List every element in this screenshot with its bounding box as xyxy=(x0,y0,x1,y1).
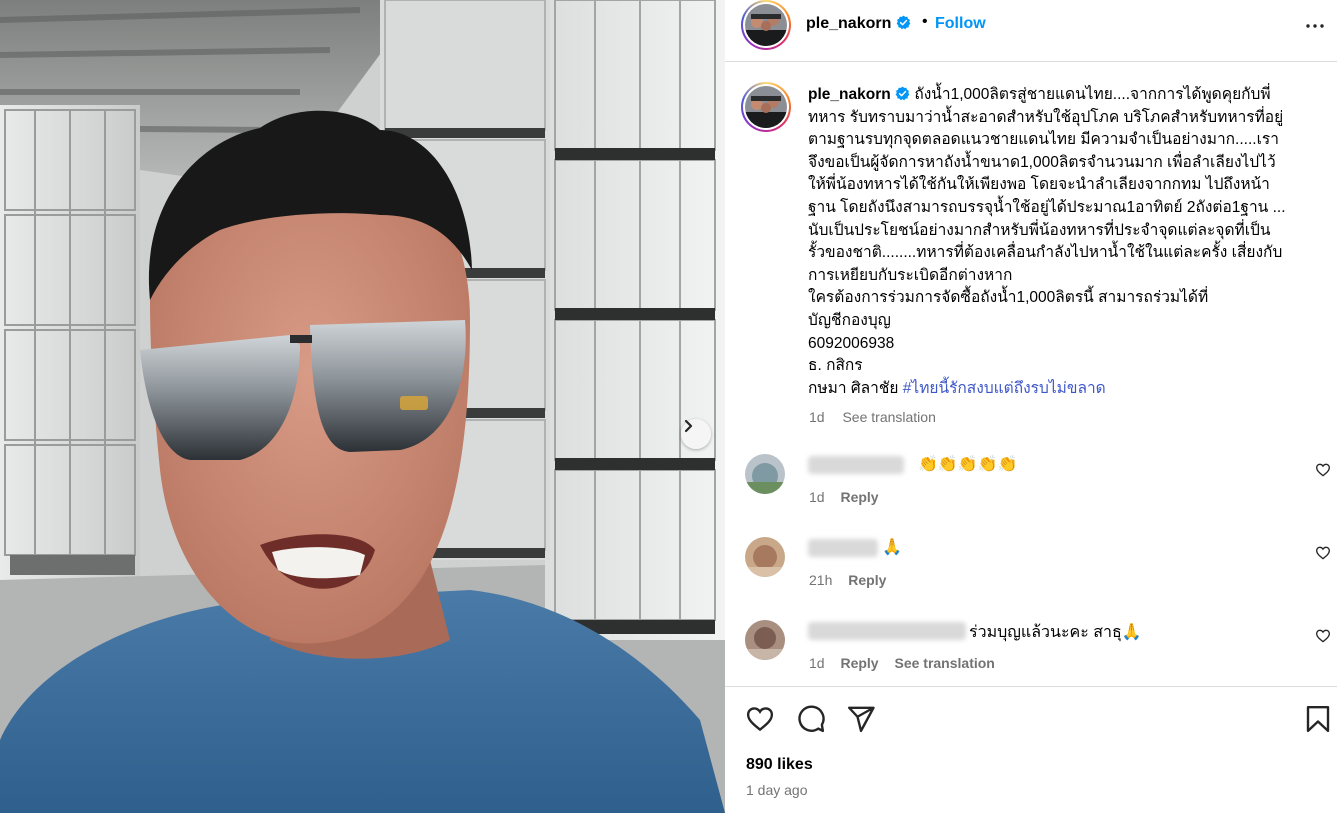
caption-line: ให้พี่น้องทหารได้ใช้กันให้เพียงพอ โดยจะน… xyxy=(808,176,1270,194)
caption-username[interactable]: ple_nakorn xyxy=(808,86,891,103)
caption-line: ทหาร รับทราบมาว่าน้ำสะอาดสำหรับใช้อุปโภค… xyxy=(808,108,1284,126)
comment-avatar[interactable] xyxy=(745,620,785,660)
post-detail-panel: ple_nakorn • Follow ple_nakorn ถังน้ำ1,0… xyxy=(725,0,1337,813)
chevron-right-icon xyxy=(684,419,693,433)
caption-line: ใครต้องการร่วมการจัดซื้อถังน้ำ1,000ลิตรน… xyxy=(808,289,1209,307)
post-caption: ple_nakorn ถังน้ำ1,000ลิตรสู่ชายแดนไทย..… xyxy=(808,84,1333,400)
post-header: ple_nakorn • Follow xyxy=(725,0,1337,62)
verified-badge-icon xyxy=(895,86,910,101)
caption-line: การเหยียบกับระเบิดอีกต่างหาก xyxy=(808,266,1013,284)
comment-item: 🙏 21h Reply xyxy=(725,537,1337,607)
comment-text: ร่วมบุญแล้วนะคะ สาธุ🙏 xyxy=(969,624,1142,641)
caption-avatar[interactable] xyxy=(741,82,791,132)
comment-username-blurred[interactable] xyxy=(808,539,878,557)
caption-text: ถังน้ำ1,000ลิตรสู่ชายแดนไทย....จากการได้… xyxy=(914,86,1271,103)
bookmark-icon[interactable] xyxy=(1303,704,1333,734)
username-text[interactable]: ple_nakorn xyxy=(806,15,891,32)
comment-meta: 1d Reply xyxy=(809,489,891,505)
comment-meta: 1d Reply See translation xyxy=(809,655,1007,671)
separator-dot: • xyxy=(922,13,928,30)
comment-item: 👏👏👏👏👏 1d Reply xyxy=(725,454,1337,524)
caption-line: ธ. กสิกร xyxy=(808,357,863,375)
reply-button[interactable]: Reply xyxy=(840,655,878,671)
heart-icon[interactable] xyxy=(1315,628,1331,644)
more-horizontal-icon[interactable] xyxy=(1303,14,1327,38)
post-image xyxy=(0,0,725,813)
avatar-image xyxy=(745,620,785,660)
caption-line: นับเป็นประโยชน์อย่างมากสำหรับพี่น้องทหาร… xyxy=(808,221,1271,239)
comment-text: 🙏 xyxy=(882,539,902,556)
caption-line: รั้วของชาติ........ทหารที่ต้องเคลื่อนกำล… xyxy=(808,244,1283,262)
hashtag-link[interactable]: #ไทยนี้รักสงบแต่ถึงรบไม่ขลาด xyxy=(903,380,1106,397)
comment-meta: 21h Reply xyxy=(809,572,898,588)
next-media-button[interactable] xyxy=(681,419,711,449)
comment-item: ร่วมบุญแล้วนะคะ สาธุ🙏 1d Reply See trans… xyxy=(725,620,1337,686)
comment-time[interactable]: 1d xyxy=(809,655,825,671)
caption-line: ตามฐานรบทุกจุดตลอดแนวชายแดนไทย มีความจำเ… xyxy=(808,131,1279,149)
comment-time[interactable]: 21h xyxy=(809,572,832,588)
avatar-image xyxy=(745,4,787,46)
post-timestamp[interactable]: 1 day ago xyxy=(746,782,808,798)
caption-time[interactable]: 1d xyxy=(809,409,825,425)
heart-icon[interactable] xyxy=(1315,545,1331,561)
avatar-image xyxy=(745,86,787,128)
caption-text: กษมา ศิลาชัย xyxy=(808,379,903,397)
share-icon[interactable] xyxy=(846,704,876,734)
caption-meta: 1d See translation xyxy=(809,409,950,425)
header-username[interactable]: ple_nakorn xyxy=(806,15,911,33)
comment-text: 👏👏👏👏👏 xyxy=(918,456,1018,473)
comment-username-blurred[interactable] xyxy=(808,622,966,640)
comment-avatar[interactable] xyxy=(745,537,785,577)
comments-scroll-area[interactable]: ple_nakorn ถังน้ำ1,000ลิตรสู่ชายแดนไทย..… xyxy=(725,62,1337,686)
reply-button[interactable]: Reply xyxy=(840,489,878,505)
likes-count[interactable]: 890 likes xyxy=(746,756,813,774)
caption-line: ple_nakorn ถังน้ำ1,000ลิตรสู่ชายแดนไทย..… xyxy=(808,84,1333,107)
caption-line: กษมา ศิลาชัย #ไทยนี้รักสงบแต่ถึงรบไม่ขลา… xyxy=(808,378,1333,401)
post-actions: 890 likes 1 day ago xyxy=(725,686,1337,813)
caption-line: บัญชีกองบุญ xyxy=(808,311,891,329)
follow-button[interactable]: Follow xyxy=(935,15,986,33)
verified-badge-icon xyxy=(896,15,911,30)
header-avatar[interactable] xyxy=(741,0,791,50)
reply-button[interactable]: Reply xyxy=(848,572,886,588)
see-translation-button[interactable]: See translation xyxy=(842,409,935,425)
comment-time[interactable]: 1d xyxy=(809,489,825,505)
comment-username-blurred[interactable] xyxy=(808,456,904,474)
caption-line: จึงขอเป็นผู้จัดการหาถังน้ำขนาด1,000ลิตรจ… xyxy=(808,153,1276,171)
caption-line: 6092006938 xyxy=(808,334,895,352)
comment-icon[interactable] xyxy=(796,704,826,734)
heart-icon[interactable] xyxy=(745,704,775,734)
heart-icon[interactable] xyxy=(1315,462,1331,478)
comment-avatar[interactable] xyxy=(745,454,785,494)
see-translation-button[interactable]: See translation xyxy=(894,655,994,671)
caption-line: ฐาน โดยถังนึงสามารถบรรจุน้ำใช้อยู่ได้ประ… xyxy=(808,198,1286,216)
post-media[interactable] xyxy=(0,0,725,813)
avatar-image xyxy=(745,454,785,494)
avatar-image xyxy=(745,537,785,577)
